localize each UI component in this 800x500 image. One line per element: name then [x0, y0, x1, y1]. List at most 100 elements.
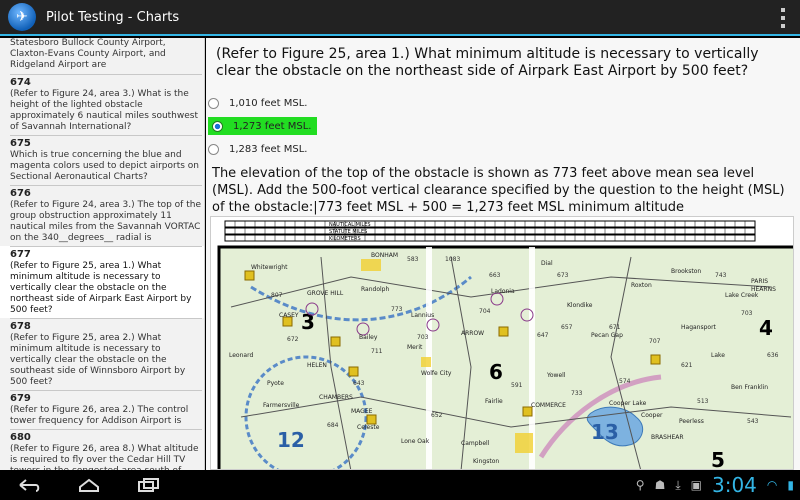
- list-item-number: 677: [10, 246, 202, 261]
- place-label: Yowell: [546, 372, 566, 379]
- scale-label: STATUTE MILES: [329, 229, 367, 235]
- clock: 3:04: [711, 473, 757, 497]
- elevation-label: 543: [747, 418, 759, 425]
- place-label: Ben Franklin: [731, 384, 768, 391]
- place-label: Fairlie: [485, 398, 503, 405]
- overflow-menu-icon[interactable]: [780, 8, 786, 28]
- radio-button[interactable]: [208, 97, 219, 109]
- place-label: HEARNS: [751, 286, 776, 293]
- elevation-label: 704: [479, 308, 491, 315]
- place-label: Farmersville: [263, 402, 300, 409]
- answer-label: 1,283 feet MSL.: [229, 143, 308, 155]
- list-item-selected[interactable]: 677 (Refer to Figure 25, area 1.) What m…: [0, 246, 204, 318]
- list-item-text: (Refer to Figure 26, area 2.) The contro…: [10, 405, 189, 426]
- place-label: PARIS: [751, 278, 768, 285]
- back-button[interactable]: [4, 470, 54, 500]
- list-item[interactable]: 679 (Refer to Figure 26, area 2.) The co…: [0, 390, 204, 429]
- explanation-text: The elevation of the top of the obstacle…: [212, 166, 785, 215]
- place-label: HELEN: [307, 362, 327, 369]
- place-label: Campbell: [461, 440, 490, 447]
- list-item[interactable]: 680 (Refer to Figure 26, area 8.) What a…: [0, 429, 204, 470]
- list-item-text: (Refer to Figure 25, area 1.) What minim…: [10, 261, 192, 315]
- elevation-label: 513: [697, 398, 709, 405]
- list-item-text: (Refer to Figure 26, area 8.) What altit…: [10, 444, 199, 470]
- chart-svg: NAUTICAL MILES STATUTE MILES KILOMETERS: [217, 220, 793, 470]
- place-label: Ladonia: [491, 288, 515, 295]
- place-label: BRASHEAR: [651, 434, 684, 441]
- list-item-text: (Refer to Figure 24, area 3.) The top of…: [10, 200, 201, 243]
- place-label: CHAMBERS: [319, 394, 353, 401]
- place-label: Roxton: [631, 282, 652, 289]
- recent-apps-icon: [138, 478, 159, 492]
- list-item-partial[interactable]: Statesboro Bullock County Airport, Claxt…: [0, 38, 204, 74]
- place-label: Leonard: [229, 352, 253, 359]
- elevation-label: 703: [741, 310, 753, 317]
- scale-label: KILOMETERS: [329, 236, 361, 242]
- sectional-chart-image: NAUTICAL MILES STATUTE MILES KILOMETERS: [210, 216, 794, 470]
- list-item[interactable]: 674 (Refer to Figure 24, area 3.) What i…: [0, 74, 204, 135]
- place-label: Bailey: [359, 334, 378, 341]
- airplane-icon[interactable]: ✈: [8, 3, 36, 31]
- elevation-label: 684: [327, 422, 339, 429]
- answer-option-1[interactable]: 1,010 feet MSL.: [206, 93, 800, 113]
- wifi-icon: ◠: [766, 478, 778, 492]
- place-label: Peerless: [679, 418, 704, 425]
- place-label: Klondike: [567, 302, 593, 309]
- area-number: 6: [489, 360, 503, 384]
- area-number: 13: [591, 420, 619, 444]
- question-list[interactable]: Statesboro Bullock County Airport, Claxt…: [0, 38, 205, 470]
- radio-button-selected[interactable]: [212, 120, 223, 132]
- android-debug-icon: ☗: [654, 478, 666, 492]
- answer-label: 1,010 feet MSL.: [229, 97, 308, 109]
- list-item-number: 680: [10, 429, 202, 444]
- elevation-label: 636: [767, 352, 779, 359]
- area-number: 5: [711, 448, 725, 470]
- elevation-label: 707: [649, 338, 661, 345]
- list-item[interactable]: 675 Which is true concerning the blue an…: [0, 135, 204, 185]
- elevation-label: 643: [353, 380, 365, 387]
- elevation-label: 647: [537, 332, 549, 339]
- answer-label: 1,273 feet MSL.: [233, 120, 312, 132]
- place-label: GROVE HILL: [307, 290, 344, 297]
- place-label: Hagansport: [681, 324, 717, 331]
- scale-label: NAUTICAL MILES: [329, 222, 371, 228]
- place-label: BONHAM: [371, 252, 398, 259]
- elevation-label: 671: [609, 324, 621, 331]
- elevation-label: 673: [557, 272, 569, 279]
- place-label: Whitewright: [251, 264, 288, 271]
- place-label: Kingston: [473, 458, 499, 465]
- home-icon: [79, 478, 99, 492]
- home-button[interactable]: [64, 470, 114, 500]
- correct-highlight: 1,273 feet MSL.: [208, 117, 318, 135]
- list-item-number: 674: [10, 74, 202, 89]
- elevation-label: 733: [571, 390, 583, 397]
- list-item-number: 678: [10, 318, 202, 333]
- radio-button[interactable]: [208, 143, 219, 155]
- elevation-label: 807: [271, 292, 283, 299]
- list-item[interactable]: 678 (Refer to Figure 25, area 2.) What m…: [0, 318, 204, 390]
- place-label: ARROW: [461, 330, 484, 337]
- scale-bar: [224, 220, 756, 242]
- place-label: CASEY: [279, 312, 299, 319]
- list-item-number: 679: [10, 390, 202, 405]
- elevation-label: 672: [287, 336, 299, 343]
- answer-option-3[interactable]: 1,283 feet MSL.: [206, 139, 800, 159]
- list-item-text: (Refer to Figure 25, area 2.) What minim…: [10, 333, 186, 387]
- elevation-label: 591: [511, 382, 523, 389]
- answer-option-2-correct[interactable]: 1,273 feet MSL.: [206, 116, 800, 136]
- place-label: Lake Creek: [725, 292, 759, 299]
- image-icon: ▣: [690, 478, 702, 492]
- recent-apps-button[interactable]: [124, 470, 174, 500]
- list-item[interactable]: 676 (Refer to Figure 24, area 3.) The to…: [0, 185, 204, 246]
- elevation-label: 652: [431, 412, 443, 419]
- status-area[interactable]: ⚲ ☗ ⤓ ▣ 3:04 ◠ ▮: [636, 470, 794, 500]
- back-icon: [19, 479, 40, 492]
- place-label: Lake: [711, 352, 725, 359]
- place-label: Brookston: [671, 268, 701, 275]
- elevation-label: 711: [371, 348, 383, 355]
- place-label: Pyote: [267, 380, 284, 387]
- area-number: 12: [277, 428, 305, 452]
- place-label: Lone Oak: [401, 438, 430, 445]
- place-label: COMMERCE: [531, 402, 566, 409]
- battery-icon: ▮: [787, 478, 794, 492]
